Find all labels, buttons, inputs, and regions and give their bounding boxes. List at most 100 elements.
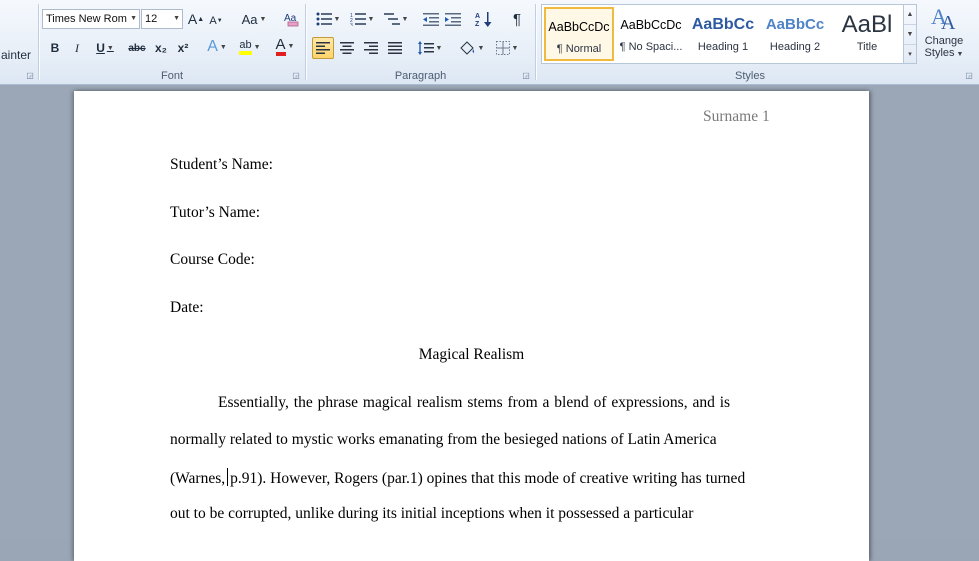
page-header[interactable]: Surname 1 — [703, 108, 770, 126]
svg-text:Z: Z — [475, 21, 480, 27]
grow-font-icon: A — [187, 11, 198, 27]
align-center-button[interactable] — [336, 37, 358, 59]
change-case-button[interactable]: Aa ▼ — [240, 8, 268, 30]
sort-button[interactable]: A Z — [473, 8, 495, 30]
ribbon-separator — [305, 4, 306, 80]
document-area: Surname 1 Student’s Name: Tutor’s Name: … — [0, 85, 979, 561]
font-size-value: 12 — [145, 13, 158, 25]
chevron-down-icon: ▼ — [259, 15, 267, 23]
paragraph-group-label: Paragraph — [394, 70, 447, 82]
justify-button[interactable] — [384, 37, 406, 59]
chevron-down-icon: ▼ — [130, 15, 137, 22]
shrink-font-button[interactable]: A ▼ — [208, 10, 224, 32]
chevron-down-icon: ▼ — [367, 15, 375, 23]
font-color-button[interactable]: A ▼ — [270, 35, 300, 57]
svg-text:3: 3 — [350, 23, 353, 26]
font-size-combo[interactable]: 12 ▼ — [141, 9, 183, 29]
numbering-icon: 1 2 3 — [350, 13, 366, 26]
font-name-value: Times New Rom — [46, 13, 127, 25]
numbering-button[interactable]: 1 2 3 ▼ — [347, 8, 377, 30]
show-formatting-marks-button[interactable]: ¶ — [507, 8, 527, 30]
font-launcher-icon[interactable]: ◲ — [292, 72, 300, 80]
document-page[interactable]: Surname 1 Student’s Name: Tutor’s Name: … — [74, 91, 869, 561]
align-right-icon — [364, 42, 378, 54]
superscript-icon: x² — [177, 41, 189, 55]
font-group: Times New Rom ▼ 12 ▼ A▲ A▼ Aa▼ Aa B I — [40, 0, 304, 84]
paragraph-line[interactable]: out to be corrupted, unlike during its i… — [170, 505, 693, 523]
sort-icon: A Z — [475, 12, 492, 27]
strikethrough-icon: abc — [128, 42, 146, 54]
font-color-icon: A — [275, 37, 286, 56]
chevron-down-icon: ▼ — [106, 44, 114, 52]
svg-text:A: A — [475, 13, 480, 20]
align-right-button[interactable] — [360, 37, 382, 59]
arrow-down-icon: ▼ — [216, 18, 223, 24]
decrease-indent-button[interactable] — [421, 8, 441, 30]
tutor-name-line[interactable]: Tutor’s Name: — [170, 204, 260, 222]
justify-icon — [388, 42, 402, 54]
bold-button[interactable]: B — [46, 37, 64, 59]
italic-icon: I — [75, 40, 79, 55]
bold-icon: B — [50, 41, 60, 55]
subscript-button[interactable]: x₂ — [152, 37, 170, 59]
align-left-icon — [316, 42, 330, 54]
shading-button[interactable]: ▼ — [455, 37, 487, 59]
styles-group-label: Styles — [735, 70, 765, 82]
decrease-indent-icon — [423, 13, 439, 26]
student-name-line[interactable]: Student’s Name: — [170, 156, 273, 174]
underline-button[interactable]: U ▼ — [90, 37, 120, 59]
text-cursor — [227, 468, 229, 486]
pilcrow-icon: ¶ — [512, 10, 522, 28]
align-center-icon — [340, 42, 354, 54]
chevron-down-icon: ▼ — [219, 43, 227, 51]
font-name-combo[interactable]: Times New Rom ▼ — [42, 9, 140, 29]
borders-icon — [495, 41, 510, 55]
ribbon: ainter ◲ Times New Rom ▼ 12 ▼ A ▲ A ▼ Aa ▼ … — [0, 0, 979, 85]
paragraph-text: p.91). However, Rogers (par.1) opines th… — [230, 470, 746, 487]
clear-formatting-icon: Aa — [284, 13, 299, 27]
paragraph-line[interactable]: (Warnes, p.91). However, Rogers (par.1) o… — [170, 468, 745, 488]
essay-title[interactable]: Magical Realism — [74, 346, 869, 364]
course-code-line[interactable]: Course Code: — [170, 251, 255, 269]
strikethrough-button[interactable]: abc — [126, 37, 148, 59]
chevron-down-icon: ▼ — [287, 42, 295, 50]
borders-button[interactable]: ▼ — [491, 37, 523, 59]
line-spacing-icon — [417, 41, 434, 55]
chevron-down-icon: ▼ — [511, 44, 519, 52]
clear-formatting-button[interactable]: Aa — [280, 8, 302, 30]
date-line[interactable]: Date: — [170, 299, 204, 317]
paragraph-line[interactable]: Essentially, the phrase magical realism … — [218, 394, 730, 412]
text-effects-icon: A — [207, 38, 218, 55]
bullets-icon — [316, 12, 332, 26]
change-case-icon: Aa — [241, 11, 258, 27]
bullets-button[interactable]: ▼ — [313, 8, 343, 30]
increase-indent-icon — [445, 13, 461, 26]
highlight-button[interactable]: ab ▼ — [234, 36, 266, 58]
styles-group: Styles — [536, 0, 964, 84]
arrow-up-icon: ▲ — [197, 15, 205, 23]
chevron-down-icon: ▼ — [333, 15, 341, 23]
paragraph-line[interactable]: normally related to mystic works emanati… — [170, 431, 717, 449]
ribbon-separator — [38, 4, 39, 80]
increase-indent-button[interactable] — [443, 8, 463, 30]
italic-button[interactable]: I — [68, 37, 86, 59]
format-painter-label: ainter — [1, 48, 32, 62]
styles-launcher-icon[interactable]: ◲ — [965, 72, 973, 80]
chevron-down-icon: ▼ — [435, 44, 443, 52]
clipboard-group: ainter ◲ — [0, 0, 38, 84]
clipboard-launcher-icon[interactable]: ◲ — [26, 72, 34, 80]
superscript-button[interactable]: x² — [174, 37, 192, 59]
line-spacing-button[interactable]: ▼ — [415, 37, 445, 59]
text-effects-button[interactable]: A ▼ — [204, 36, 230, 58]
chevron-down-icon: ▼ — [173, 15, 180, 22]
chevron-down-icon: ▼ — [401, 15, 409, 23]
multilevel-list-button[interactable]: ▼ — [381, 8, 411, 30]
align-left-button[interactable] — [312, 37, 334, 59]
paragraph-group: ▼ 1 2 3 ▼ ▼ A Z ¶ ▼ ▼ ▼ Paragraph ◲ — [307, 0, 534, 84]
multilevel-list-icon — [383, 13, 400, 25]
format-painter-button[interactable]: ainter — [0, 44, 34, 66]
chevron-down-icon: ▼ — [477, 44, 485, 52]
underline-icon: U — [96, 41, 105, 55]
paragraph-launcher-icon[interactable]: ◲ — [522, 72, 530, 80]
grow-font-button[interactable]: A ▲ — [187, 8, 205, 30]
